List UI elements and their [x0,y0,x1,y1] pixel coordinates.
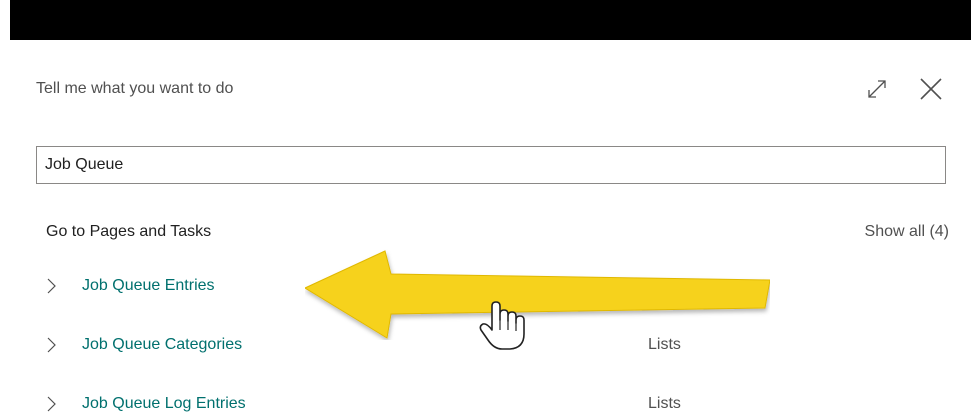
search-input[interactable] [36,146,946,184]
close-button[interactable] [916,74,946,104]
result-label[interactable]: Job Queue Entries [82,276,215,296]
show-all-link[interactable]: Show all (4) [865,222,949,242]
result-row-job-queue-log-entries[interactable]: Job Queue Log Entries Lists [36,384,946,420]
close-icon [920,78,942,100]
top-black-bar [10,0,971,40]
chevron-right-icon [47,396,56,412]
result-category: Lists [648,277,681,294]
result-category: Lists [648,395,681,412]
app-frame: Tell me what you want to do Go to Pages … [0,0,971,420]
expand-icon [868,80,886,98]
chevron-right-icon [47,337,56,353]
result-row-job-queue-categories[interactable]: Job Queue Categories Lists [36,325,946,365]
result-row-job-queue-entries[interactable]: Job Queue Entries Lists [36,266,946,306]
results-heading: Go to Pages and Tasks [46,223,212,240]
dialog-title: Tell me what you want to do [36,80,234,97]
result-label[interactable]: Job Queue Log Entries [82,394,246,414]
chevron-right-icon [47,278,56,294]
result-category: Lists [648,336,681,353]
expand-button[interactable] [864,76,890,102]
result-label[interactable]: Job Queue Categories [82,335,242,355]
